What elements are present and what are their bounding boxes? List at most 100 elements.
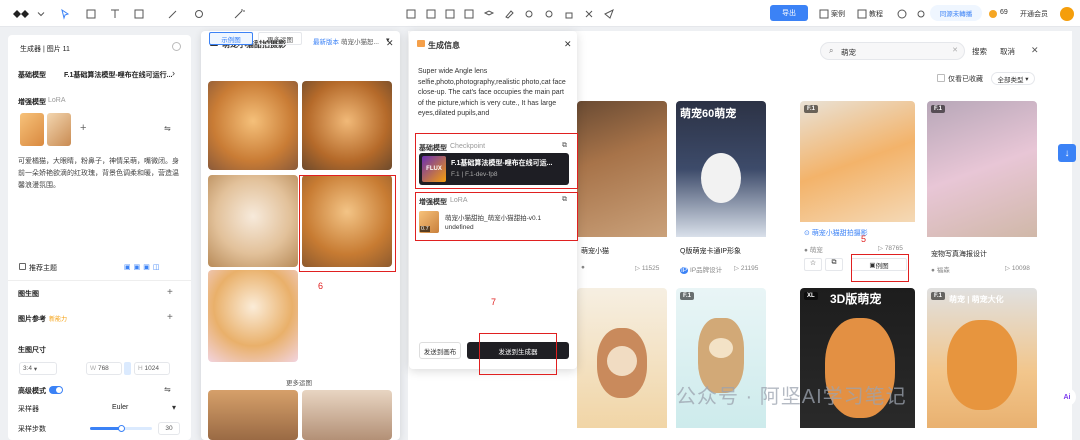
add-ref-icon[interactable]: + <box>167 312 173 323</box>
model-card[interactable]: F.1 <box>676 288 766 440</box>
pen-icon[interactable] <box>166 7 179 20</box>
model-card[interactable]: 萌宠小猫 ● ▷ 11525 <box>577 101 667 276</box>
star-icon[interactable]: ☆ <box>804 258 822 271</box>
prompt-tools-icon[interactable]: ▣▣▣◫ <box>124 263 162 271</box>
logo-icon[interactable] <box>12 7 32 20</box>
send-icon[interactable] <box>602 7 615 20</box>
model-card[interactable] <box>577 288 667 440</box>
hand-icon[interactable] <box>192 7 205 20</box>
more-images-link[interactable]: 更多运图 <box>286 377 312 387</box>
open-icon[interactable]: ⧉ <box>825 258 843 271</box>
crop-icon[interactable] <box>84 7 97 20</box>
chevron-right-icon[interactable]: › <box>172 68 175 78</box>
tutorial-link[interactable]: 教程 <box>869 9 883 19</box>
advanced-label: 高级模式 <box>18 388 46 395</box>
poster-text: 萌宠 | 萌宠大化 <box>949 295 1004 304</box>
member-button[interactable]: 开通会员 <box>1020 9 1048 19</box>
add-img2img-icon[interactable]: + <box>167 287 173 298</box>
eraser-icon[interactable] <box>502 7 515 20</box>
expand-icon[interactable] <box>424 7 437 20</box>
layers-icon[interactable] <box>482 7 495 20</box>
magic-wand-icon[interactable] <box>232 7 245 20</box>
chevron-down-icon[interactable]: ▾ <box>386 36 390 44</box>
model-card-selected[interactable]: F.1 ⊙ 萌宠小猫甜拍摄影 ● 萌宠 ▷ 78765 ☆ ⧉ ▣ 例图 <box>800 101 915 276</box>
clock-icon[interactable] <box>895 7 908 20</box>
height-input[interactable]: H 1024 <box>134 362 170 375</box>
steps-slider[interactable] <box>90 425 152 432</box>
image-ref-label: 图片参考 <box>18 316 46 323</box>
scissors-icon[interactable] <box>582 7 595 20</box>
example-image[interactable] <box>208 390 298 440</box>
width-input[interactable]: W 768 <box>86 362 122 375</box>
sampler-chevron-icon[interactable]: ▾ <box>172 403 176 412</box>
favorites-checkbox[interactable] <box>937 74 945 82</box>
cancel-search-button[interactable]: 取消 <box>1000 46 1015 57</box>
close-icon[interactable]: ✕ <box>1031 45 1039 56</box>
example-image[interactable] <box>302 81 392 170</box>
model-card[interactable]: XL 3D版萌宠 <box>800 288 915 440</box>
model-card[interactable]: F.1 萌宠 | 萌宠大化 <box>927 288 1037 440</box>
cases-link[interactable]: 案例 <box>831 9 845 19</box>
info-panel-title: 生成信息 <box>428 41 460 50</box>
advanced-settings-icon[interactable]: ⇋ <box>164 385 171 394</box>
tab-more-images[interactable]: 更多运图 <box>258 32 302 45</box>
clear-icon[interactable]: ✕ <box>952 46 958 54</box>
prompt-text[interactable]: 可爱橘猫，大眼睛，粉鼻子，神情呆萌，嘴微闭。身前一朵娇艳欲滴的红玫瑰，背景色调柔… <box>18 156 180 192</box>
tutorial-icon[interactable] <box>855 7 868 20</box>
gif-icon[interactable] <box>462 7 475 20</box>
annotation-7: 7 <box>491 297 497 307</box>
cursor-icon[interactable] <box>58 7 71 20</box>
sampler-label: 采样器 <box>18 406 39 413</box>
steps-input[interactable]: 30 <box>158 422 180 435</box>
example-image[interactable] <box>302 390 392 440</box>
lock-icon[interactable] <box>562 7 575 20</box>
model-type-badge: XL <box>804 292 818 300</box>
text-tool-icon[interactable] <box>108 7 121 20</box>
settings-icon[interactable] <box>914 7 927 20</box>
add-lora-icon[interactable]: + <box>80 122 86 134</box>
ratio-select[interactable]: 3:4 ▾ <box>19 362 57 375</box>
tab-examples[interactable]: 示例图 <box>209 32 253 45</box>
poster-text: 萌宠60萌宠 <box>680 108 737 120</box>
annotation-5: 5 <box>861 234 867 244</box>
shape-icon[interactable] <box>132 7 145 20</box>
adjust-icon[interactable]: ⇋ <box>164 124 171 133</box>
ai-assistant-button[interactable]: Ai <box>1058 388 1076 406</box>
chevron-down-icon[interactable] <box>34 7 47 20</box>
recommend-theme[interactable]: 推荐主题 <box>29 263 57 273</box>
paint-icon[interactable] <box>542 7 555 20</box>
author-name: ● 福森 <box>931 267 950 274</box>
version-select[interactable]: 萌宠小猫恕... <box>341 36 379 46</box>
sync-status-pill[interactable]: 同源未轉播 <box>930 5 982 21</box>
card-stat: ▷ 11525 <box>635 265 660 272</box>
send-to-canvas-button[interactable]: 发送到画布 <box>419 342 461 359</box>
image-icon[interactable] <box>443 7 456 20</box>
lora-thumb-2[interactable] <box>47 113 71 146</box>
poster-text: 3D版萌宠 <box>830 292 882 306</box>
search-input[interactable]: ⌕ 萌宠 ✕ <box>820 42 965 60</box>
link-icon[interactable] <box>124 362 131 375</box>
search-button[interactable]: 搜索 <box>972 46 987 57</box>
generator-panel <box>8 35 191 440</box>
cases-icon[interactable] <box>817 7 830 20</box>
sampler-select[interactable]: Euler <box>112 404 128 411</box>
export-button[interactable]: 导出 <box>770 5 808 21</box>
steps-label: 采样步数 <box>18 426 46 433</box>
base-model-name[interactable]: F.1基础算法模型-哩布在线可运行... <box>64 70 174 80</box>
example-image[interactable] <box>208 175 298 267</box>
avatar[interactable] <box>1060 7 1074 21</box>
advanced-toggle[interactable] <box>49 386 63 394</box>
example-image[interactable] <box>208 270 298 362</box>
favorites-label: 仅看已收藏 <box>948 76 983 83</box>
model-card[interactable]: 萌宠60萌宠 Q版萌宠卡通IP形象 IP IP品牌设计 ▷ 21195 <box>676 101 766 276</box>
brush-icon[interactable] <box>522 7 535 20</box>
lora-thumb-1[interactable] <box>20 113 44 146</box>
edit-icon[interactable] <box>404 7 417 20</box>
type-filter[interactable]: 全部类型 ▾ <box>991 72 1035 85</box>
model-card[interactable]: F.1 宠物写真海报设计 ● 福森 ▷ 10098 <box>927 101 1037 276</box>
close-icon[interactable]: ✕ <box>564 39 572 50</box>
example-image[interactable] <box>208 81 298 170</box>
download-float-button[interactable]: ↓ <box>1058 144 1076 162</box>
refresh-icon[interactable] <box>172 42 181 51</box>
model-type-badge: F.1 <box>680 292 695 300</box>
